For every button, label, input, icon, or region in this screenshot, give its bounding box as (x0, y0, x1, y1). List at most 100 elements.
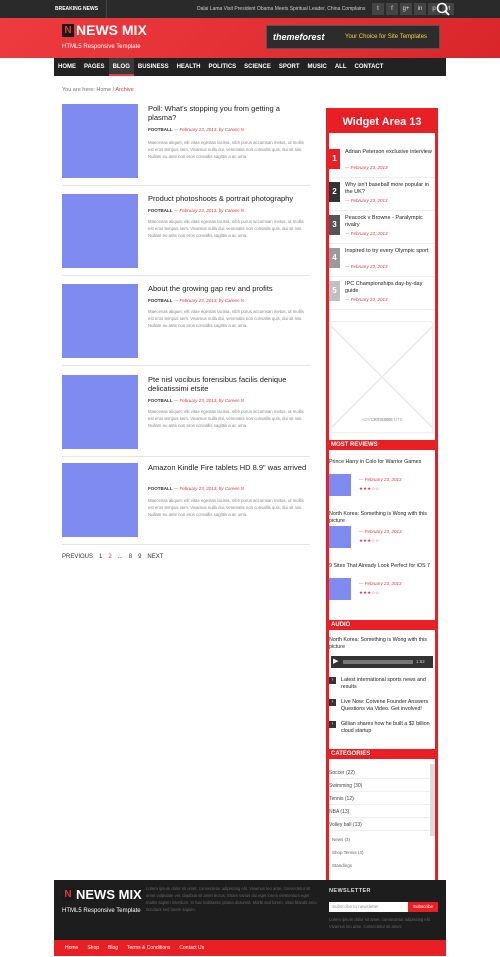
news-title[interactable]: Gillian shares how he built a $2 billion… (341, 721, 435, 735)
audio-heading: AUDIO (329, 620, 435, 630)
breadcrumb-home[interactable]: Home (96, 87, 111, 93)
pagination-page[interactable]: 8 (129, 554, 132, 560)
review-thumbnail[interactable] (329, 578, 351, 600)
nav-health[interactable]: HEALTH (173, 58, 205, 76)
news-ticker[interactable]: Dalai Lama Visit President Obama Meets S… (197, 0, 365, 18)
popular-item[interactable]: 5 IPC Championships day-by-day guide — F… (329, 277, 435, 310)
subscribe-button[interactable]: Subscribe (408, 902, 438, 912)
popular-title[interactable]: Peacock v Browne - Paralympic rivalry (345, 215, 435, 229)
post-category[interactable]: FOOTBALL (148, 298, 173, 303)
subcategory-item[interactable]: News (3) (332, 835, 432, 845)
review-title[interactable]: North Korea: Something is Wong with this… (329, 511, 435, 525)
post-date: — February 23, 2013, by Careen N (173, 298, 245, 303)
post-meta: FOOTBALL — February 23, 2013, by Careen … (148, 298, 244, 303)
footer-logo[interactable]: N NEWS MIX HTML5 Responsive Template (62, 888, 142, 914)
footer-link-blog[interactable]: Blog (105, 940, 121, 956)
review-item[interactable]: Prince Harry in Colo for Warrior Games —… (329, 459, 435, 507)
post-thumbnail[interactable] (62, 463, 138, 537)
post-title[interactable]: About the growing gap rev and profits (148, 284, 308, 293)
search-icon[interactable] (435, 1, 451, 17)
news-title[interactable]: Latest international sports news and res… (341, 677, 435, 691)
review-title[interactable]: 9 Sites That Already Look Perfect for iO… (329, 563, 435, 570)
footer-link-shop[interactable]: Shop (84, 940, 102, 956)
news-title[interactable]: Live Now: Cotvene Founder Answers Questi… (341, 699, 435, 713)
popular-title[interactable]: Adrian Peterson exclusive interview (345, 149, 435, 156)
post-category[interactable]: FOOTBALL (148, 208, 173, 213)
popular-item[interactable]: 4 Inspired to try every Olympic sport — … (329, 244, 435, 277)
post-meta: FOOTBALL — February 23, 2013, by Careen … (148, 398, 244, 403)
site-header: N NEWS MIX HTML5 Responsive Template them… (0, 18, 500, 58)
arrow-icon: › (329, 677, 336, 684)
post-thumbnail[interactable] (62, 375, 138, 449)
popular-date: — February 23, 2013 (345, 198, 388, 203)
pagination-page[interactable]: 1 (99, 554, 102, 560)
audio-progress-bar[interactable] (343, 660, 413, 664)
nav-business[interactable]: BUSINESS (134, 58, 173, 76)
pagination-page[interactable]: 9 (138, 554, 141, 560)
footer-link-terms[interactable]: Terms & Conditions (124, 940, 173, 956)
advertisement-placeholder[interactable]: ADVERTISEMENTS 300X300 (331, 321, 433, 433)
category-item[interactable]: Tennis (12) (329, 793, 435, 805)
post-thumbnail[interactable] (62, 284, 138, 358)
nav-blog[interactable]: BLOG (108, 58, 134, 76)
pagination-prev[interactable]: PREVIOUS (62, 554, 93, 560)
post-category[interactable]: FOOTBALL (148, 486, 173, 491)
news-item[interactable]: › Latest international sports news and r… (329, 677, 435, 701)
nav-music[interactable]: MUSIC (304, 58, 331, 76)
twitter-icon[interactable]: t (372, 3, 384, 15)
facebook-icon[interactable]: f (386, 3, 398, 15)
popular-title[interactable]: IPC Championships day-by-day guide (345, 281, 435, 295)
nav-home[interactable]: HOME (54, 58, 80, 76)
google-plus-icon[interactable]: g+ (400, 3, 412, 15)
news-item[interactable]: › Gillian shares how he built a $2 billi… (329, 721, 435, 745)
popular-title[interactable]: Inspired to try every Olympic sport (345, 248, 435, 255)
header-banner-ad[interactable]: themeforest Your Choice for Site Templat… (266, 25, 440, 49)
post-title[interactable]: Poll: What's stopping you from getting a… (148, 104, 308, 122)
post-excerpt: Maecenas aliquet, elit vitae egestas lac… (148, 498, 304, 517)
post-thumbnail[interactable] (62, 104, 138, 178)
newsletter-email-input[interactable]: Subscribe to newsletter (329, 902, 408, 912)
post-title[interactable]: Amazon Kindle Fire tablets HD 8.9" was a… (148, 463, 308, 472)
nav-all[interactable]: ALL (331, 58, 351, 76)
breadcrumb-prefix: You are here: (62, 87, 95, 93)
popular-rank: 1 (329, 149, 340, 169)
nav-contact[interactable]: CONTACT (351, 58, 388, 76)
review-title[interactable]: Prince Harry in Colo for Warrior Games (329, 459, 435, 466)
review-thumbnail[interactable] (329, 526, 351, 548)
post-title[interactable]: Pte nisl vocibus forensibus facilis deni… (148, 375, 308, 393)
categories-scrollbar[interactable] (430, 764, 435, 836)
category-item[interactable]: Volley ball (13) (329, 819, 435, 831)
popular-item[interactable]: 3 Peacock v Browne - Paralympic rivalry … (329, 211, 435, 244)
site-logo[interactable]: N NEWS MIX HTML5 Responsive Template (62, 23, 147, 50)
play-icon[interactable]: ▶ (333, 658, 338, 666)
nav-pages[interactable]: PAGES (80, 58, 109, 76)
nav-science[interactable]: SCIENCE (240, 58, 275, 76)
nav-politics[interactable]: POLITICS (204, 58, 240, 76)
top-bar: BREAKING NEWS Dalai Lama Visit President… (0, 0, 500, 18)
audio-track-title[interactable]: North Korea: Something is Wong with this… (329, 637, 435, 651)
category-item[interactable]: Soccer (22) (329, 767, 435, 779)
post-category[interactable]: FOOTBALL (148, 127, 173, 132)
news-item[interactable]: › Live Now: Cotvene Founder Answers Ques… (329, 699, 435, 723)
post-category[interactable]: FOOTBALL (148, 398, 173, 403)
linkedin-icon[interactable]: in (414, 3, 426, 15)
footer-link-home[interactable]: Home (62, 940, 81, 956)
nav-sport[interactable]: SPORT (275, 58, 304, 76)
review-thumbnail[interactable] (329, 474, 351, 496)
category-item[interactable]: NBA (13) (329, 806, 435, 818)
category-item[interactable]: Swimming (30) (329, 780, 435, 792)
post-title[interactable]: Product photoshoots & portrait photograp… (148, 194, 308, 203)
popular-item[interactable]: 1 Adrian Peterson exclusive interview — … (329, 145, 435, 178)
pagination-next[interactable]: NEXT (147, 554, 163, 560)
post-excerpt: Maecenas aliquet, elit vitae egestas lac… (148, 309, 304, 328)
breadcrumb-sep: / (112, 87, 115, 93)
review-item[interactable]: 9 Sites That Already Look Perfect for iO… (329, 563, 435, 611)
subcategory-item[interactable]: Shop Tennis (4) (332, 848, 432, 858)
audio-player[interactable]: ▶ 1:52 (331, 656, 433, 668)
post-thumbnail[interactable] (62, 194, 138, 268)
review-item[interactable]: North Korea: Something is Wong with this… (329, 511, 435, 559)
popular-title[interactable]: Why isn't baseball more popular in the U… (345, 182, 435, 196)
footer-link-contact[interactable]: Contact Us (176, 940, 207, 956)
popular-item[interactable]: 2 Why isn't baseball more popular in the… (329, 178, 435, 211)
subcategory-item[interactable]: Standings (332, 861, 432, 871)
